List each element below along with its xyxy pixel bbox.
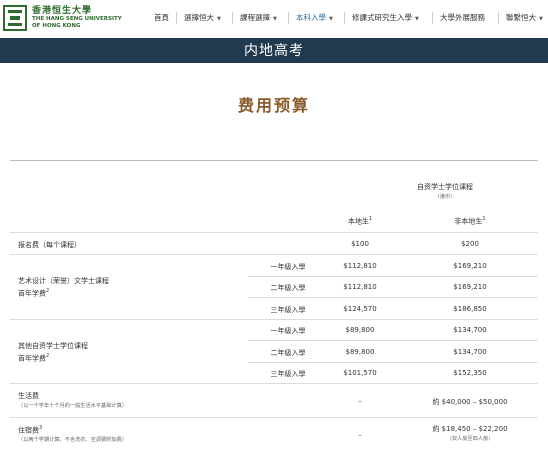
row-divider (248, 297, 538, 298)
nav-item-choose[interactable]: 選擇恒大 ▼ (184, 12, 221, 23)
cell-application-nonlocal: $200 (461, 240, 479, 248)
cell-housing-nonlocal-note: （双人房至四人房） (446, 436, 494, 442)
row-divider (248, 362, 538, 363)
chevron-down-icon: ▼ (415, 16, 419, 22)
cell-living-local: – (358, 397, 362, 405)
top-header: 香港恒生大學 THE HANG SENG UNIVERSITY OF HONG … (0, 0, 548, 38)
logo-english-line1: THE HANG SENG UNIVERSITY (32, 16, 122, 22)
cell-housing-local: – (358, 431, 362, 439)
group-subheader: （港币） (434, 194, 456, 200)
chevron-down-icon: ▼ (329, 16, 333, 22)
col-header-nonlocal: 非本地生1 (454, 216, 486, 226)
cell-local: $89,800 (345, 326, 375, 334)
chevron-down-icon: ▼ (539, 16, 543, 22)
row-label-housing: 住宿费3 (18, 425, 43, 435)
cell-local: $124,570 (343, 305, 377, 313)
university-logo-icon[interactable] (3, 5, 27, 31)
row-note-housing: （以两个学期计算，不含洗衣、空调费附加费） (18, 437, 127, 443)
chevron-down-icon: ▼ (217, 16, 221, 22)
row-divider (10, 319, 538, 320)
group-header: 自资学士学位课程 (417, 183, 473, 191)
row-label-living: 生活费 (18, 392, 39, 400)
nav-divider (288, 12, 289, 24)
logo-english-line2: OF HONG KONG (32, 23, 81, 29)
row-note-living: （以一个学年十个月的一般生活水平基础计算） (18, 403, 127, 409)
cell-housing-nonlocal: 約 $18,450 – $22,200 (432, 425, 508, 433)
nav-item-home[interactable]: 首頁 (154, 12, 169, 23)
cell-local: $112,810 (343, 283, 377, 291)
page-title: 费用预算 (237, 96, 310, 115)
nav-divider (498, 12, 499, 24)
cell-nonlocal: $134,700 (453, 326, 487, 334)
cell-nonlocal: $169,210 (453, 262, 487, 270)
cell-nonlocal: $186,850 (453, 305, 487, 313)
intake-label: 一年級入學 (270, 263, 306, 271)
row-divider (248, 276, 538, 277)
intake-label: 二年級入學 (270, 349, 306, 357)
nav-divider (232, 12, 233, 24)
nav-item-postgrad[interactable]: 修課式研究生入學 ▼ (352, 12, 419, 23)
row-divider (10, 417, 538, 418)
logo-chinese: 香港恒生大學 (32, 6, 93, 16)
cell-nonlocal: $134,700 (453, 348, 487, 356)
row-label-other: 其他自资学士学位课程 (18, 342, 88, 350)
nav-item-programmes[interactable]: 課程選擇 ▼ (240, 12, 277, 23)
row-label-application: 报名费（每个课程） (18, 241, 81, 249)
cell-local: $89,800 (345, 348, 375, 356)
nav-item-outreach[interactable]: 大學外展服務 (440, 12, 485, 23)
nav-divider (176, 12, 177, 24)
row-divider (248, 340, 538, 341)
nav-item-contact[interactable]: 聯繫恒大 ▼ (506, 12, 543, 23)
chevron-down-icon: ▼ (273, 16, 277, 22)
logo-text[interactable]: 香港恒生大學 THE HANG SENG UNIVERSITY OF HONG … (32, 6, 122, 30)
row-divider (10, 254, 538, 255)
intake-label: 三年級入學 (270, 370, 306, 378)
nav-divider (344, 12, 345, 24)
cell-application-local: $100 (351, 240, 369, 248)
row-label-arts-first-year: 首年学费2 (18, 288, 50, 298)
cell-living-nonlocal: 約 $40,000 – $50,000 (432, 398, 508, 406)
intake-label: 三年級入學 (270, 306, 306, 314)
cell-local: $101,570 (343, 369, 377, 377)
cell-nonlocal: $152,350 (453, 369, 487, 377)
table-top-border (10, 160, 538, 161)
row-divider (10, 232, 538, 233)
row-label-arts: 艺术设计（荣誉）文学士课程 (18, 277, 109, 285)
intake-label: 一年級入學 (270, 327, 306, 335)
banner-title: 内地高考 (244, 43, 304, 59)
intake-label: 二年級入學 (270, 284, 306, 292)
nav-divider (432, 12, 433, 24)
nav-item-undergrad[interactable]: 本科入學 ▼ (296, 12, 333, 23)
cell-nonlocal: $169,210 (453, 283, 487, 291)
row-label-other-first-year: 首年学费2 (18, 353, 50, 363)
row-divider (10, 383, 538, 384)
col-header-local: 本地生1 (347, 216, 373, 226)
cell-local: $112,810 (343, 262, 377, 270)
